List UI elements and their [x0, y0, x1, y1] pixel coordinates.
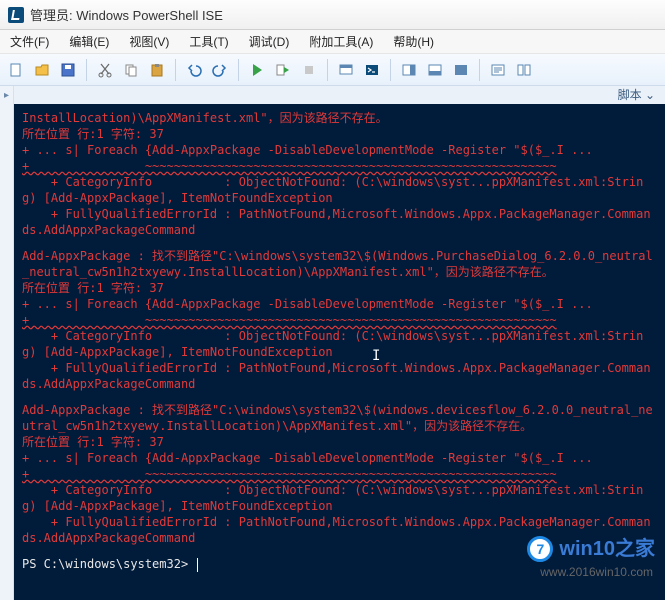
console-pane-wrap: 脚本 ⌄ InstallLocation)\AppXManifest.xml"，… — [14, 86, 665, 600]
console-line: + CategoryInfo : ObjectNotFound: (C:\win… — [22, 328, 657, 360]
toolbar-separator — [327, 59, 328, 81]
chevron-right-icon: ▸ — [4, 90, 9, 101]
redo-icon[interactable] — [208, 58, 232, 82]
console-line: InstallLocation)\AppXManifest.xml"，因为该路径… — [22, 110, 657, 126]
open-file-icon[interactable] — [30, 58, 54, 82]
toolbar-separator — [238, 59, 239, 81]
layout-right-icon[interactable] — [397, 58, 421, 82]
paste-icon[interactable] — [145, 58, 169, 82]
console-line: 所在位置 行:1 字符: 37 — [22, 126, 657, 142]
show-command-addon-icon[interactable] — [512, 58, 536, 82]
menu-addons[interactable]: 附加工具(A) — [305, 31, 377, 52]
window-title: 管理员: Windows PowerShell ISE — [30, 5, 223, 24]
console-line: + ... s| Foreach {Add-AppxPackage -Disab… — [22, 142, 657, 158]
console-line: + ~~~~~~~~~~~~~~~~~~~~~~~~~~~~~~~~~~~~~~… — [22, 158, 657, 174]
console-line: + ~~~~~~~~~~~~~~~~~~~~~~~~~~~~~~~~~~~~~~… — [22, 312, 657, 328]
copy-icon[interactable] — [119, 58, 143, 82]
console-line: + ... s| Foreach {Add-AppxPackage -Disab… — [22, 296, 657, 312]
window-titlebar: 管理员: Windows PowerShell ISE — [0, 0, 665, 30]
undo-icon[interactable] — [182, 58, 206, 82]
console-line: + ... s| Foreach {Add-AppxPackage -Disab… — [22, 450, 657, 466]
toolbar-separator — [86, 59, 87, 81]
toolbar — [0, 54, 665, 86]
menu-view[interactable]: 视图(V) — [125, 31, 173, 52]
blank-line — [22, 392, 657, 402]
console-prompt[interactable]: PS C:\windows\system32> — [22, 556, 657, 572]
save-icon[interactable] — [56, 58, 80, 82]
show-command-icon[interactable] — [486, 58, 510, 82]
toolbar-separator — [479, 59, 480, 81]
layout-bottom-icon[interactable] — [423, 58, 447, 82]
blank-line — [22, 238, 657, 248]
app-icon — [8, 7, 24, 23]
menu-tools[interactable]: 工具(T) — [185, 31, 232, 52]
console-line: + CategoryInfo : ObjectNotFound: (C:\win… — [22, 482, 657, 514]
menu-file[interactable]: 文件(F) — [6, 31, 53, 52]
editor-area: ▸ 脚本 ⌄ InstallLocation)\AppXManifest.xml… — [0, 86, 665, 600]
stop-icon[interactable] — [297, 58, 321, 82]
menu-debug[interactable]: 调试(D) — [245, 31, 294, 52]
console-pane[interactable]: InstallLocation)\AppXManifest.xml"，因为该路径… — [14, 104, 665, 600]
layout-full-icon[interactable] — [449, 58, 473, 82]
menu-help[interactable]: 帮助(H) — [389, 31, 438, 52]
console-line: + CategoryInfo : ObjectNotFound: (C:\win… — [22, 174, 657, 206]
console-line: 所在位置 行:1 字符: 37 — [22, 280, 657, 296]
run-icon[interactable] — [245, 58, 269, 82]
menubar: 文件(F) 编辑(E) 视图(V) 工具(T) 调试(D) 附加工具(A) 帮助… — [0, 30, 665, 54]
console-line: + FullyQualifiedErrorId : PathNotFound,M… — [22, 514, 657, 546]
console-line: + FullyQualifiedErrorId : PathNotFound,M… — [22, 206, 657, 238]
cut-icon[interactable] — [93, 58, 117, 82]
new-file-icon[interactable] — [4, 58, 28, 82]
console-line: Add-AppxPackage : 找不到路径"C:\windows\syste… — [22, 248, 657, 280]
menu-edit[interactable]: 编辑(E) — [65, 31, 113, 52]
console-line: Add-AppxPackage : 找不到路径"C:\windows\syste… — [22, 402, 657, 434]
console-line: 所在位置 行:1 字符: 37 — [22, 434, 657, 450]
chevron-down-icon: ⌄ — [645, 88, 655, 102]
collapse-gutter[interactable]: ▸ — [0, 86, 14, 600]
script-pane-label[interactable]: 脚本 ⌄ — [14, 86, 665, 104]
text-cursor — [197, 558, 198, 572]
toolbar-separator — [175, 59, 176, 81]
start-powershell-icon[interactable] — [360, 58, 384, 82]
new-remote-tab-icon[interactable] — [334, 58, 358, 82]
console-line: + ~~~~~~~~~~~~~~~~~~~~~~~~~~~~~~~~~~~~~~… — [22, 466, 657, 482]
run-selection-icon[interactable] — [271, 58, 295, 82]
toolbar-separator — [390, 59, 391, 81]
console-line: + FullyQualifiedErrorId : PathNotFound,M… — [22, 360, 657, 392]
